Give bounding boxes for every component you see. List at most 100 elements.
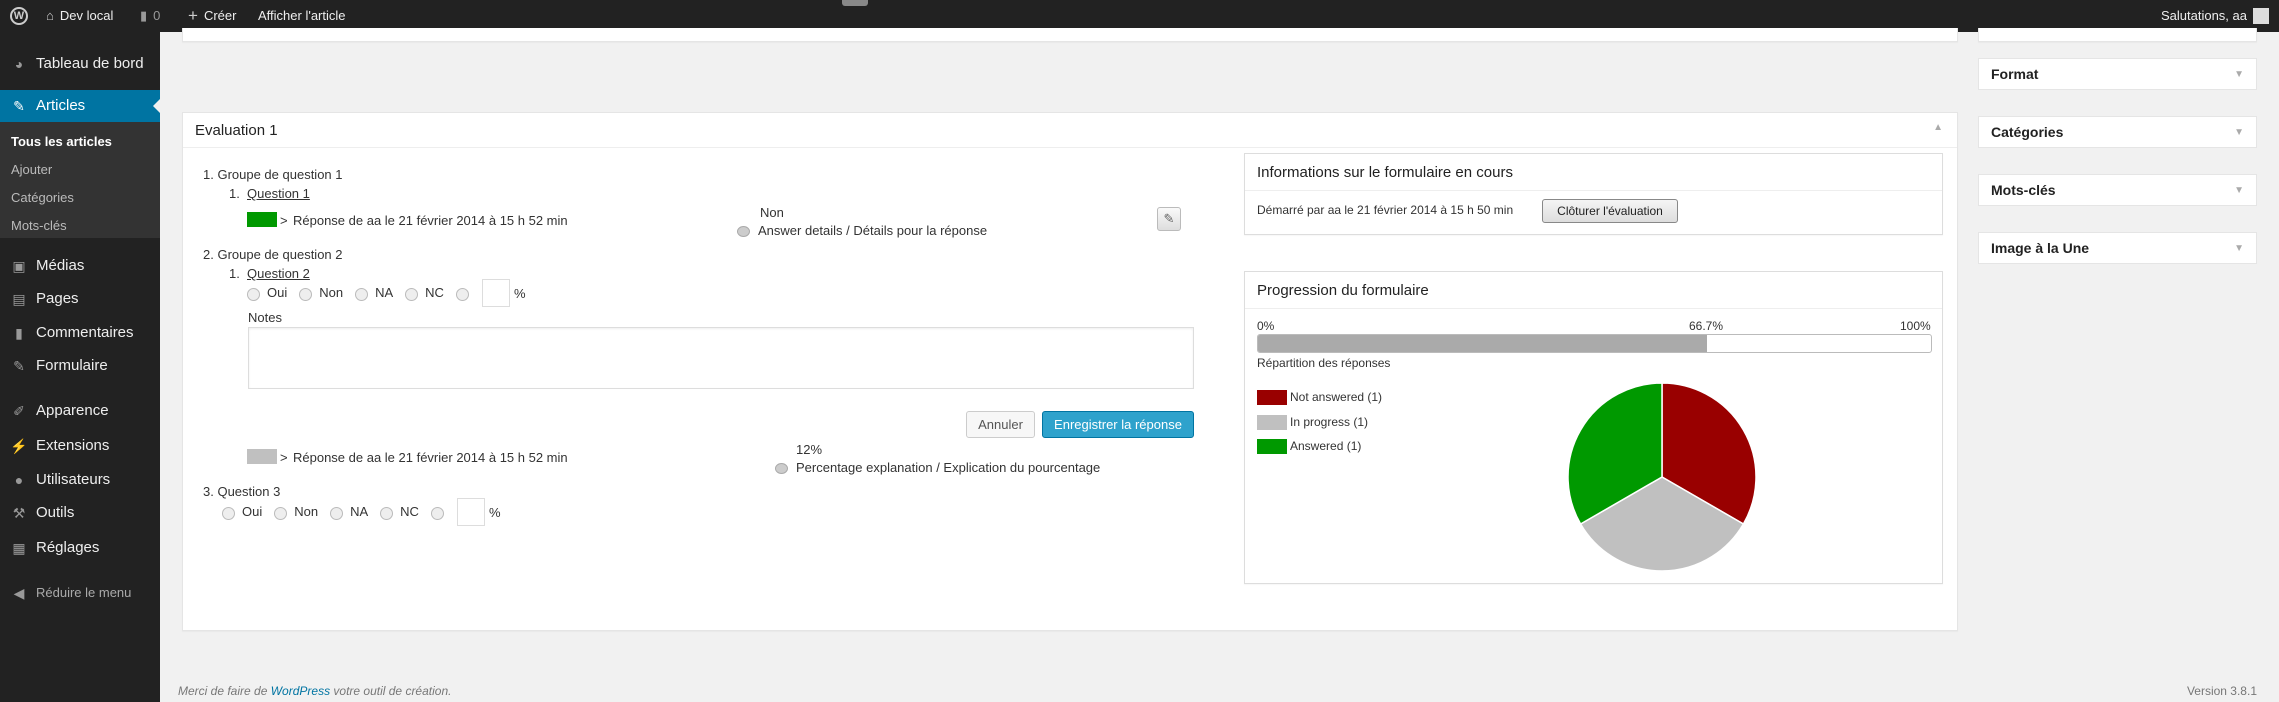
edit-pencil-icon[interactable]: ✎	[1157, 207, 1181, 231]
site-link[interactable]: ⌂ Dev local	[46, 0, 113, 32]
submenu-all-posts[interactable]: Tous les articles	[11, 134, 112, 149]
submenu-add[interactable]: Ajouter	[11, 162, 52, 177]
comment-icon: ▮	[140, 8, 148, 23]
response-pie-chart	[1567, 382, 1757, 572]
menu-articles[interactable]: ✎ Articles	[0, 90, 160, 122]
q3-options: Oui Non NA NC %	[222, 498, 501, 526]
pages-icon: ▤	[12, 291, 26, 307]
menu-media[interactable]: ▣ Médias	[0, 251, 160, 281]
toolbar-toggle-handle[interactable]	[842, 0, 868, 6]
radio-nc[interactable]: NC	[405, 285, 444, 301]
notes-label: Notes	[248, 310, 282, 325]
radio-na[interactable]: NA	[330, 504, 368, 520]
toggle-arrow-icon[interactable]: ▼	[2234, 117, 2244, 148]
comments-link[interactable]: ▮ 0	[140, 0, 160, 32]
pie-legend: Not answered (1) In progress (1) Answere…	[1257, 385, 1382, 459]
percent-input[interactable]	[481, 279, 510, 307]
q2-details: Percentage explanation / Explication du …	[775, 460, 1100, 475]
progress-mid-label: 66.7%	[1689, 319, 1724, 333]
toggle-arrow-icon[interactable]: ▼	[2234, 233, 2244, 264]
footer-thanks: Merci de faire de WordPress votre outil …	[178, 684, 452, 698]
media-icon: ▣	[12, 258, 26, 274]
speech-bubble-icon	[737, 226, 750, 238]
menu-pages[interactable]: ▤ Pages	[0, 284, 160, 314]
categories-box[interactable]: Catégories ▼	[1978, 116, 2257, 148]
radio-non[interactable]: Non	[274, 504, 318, 520]
wrench-icon: ⚒	[12, 505, 26, 521]
notes-textarea[interactable]	[248, 327, 1194, 389]
wordpress-link[interactable]: WordPress	[271, 684, 330, 698]
started-text: Démarré par aa le 21 février 2014 à 15 h…	[1257, 203, 1514, 217]
menu-settings[interactable]: ▦ Réglages	[0, 533, 160, 563]
tags-box[interactable]: Mots-clés ▼	[1978, 174, 2257, 206]
progress-max-label: 100%	[1900, 319, 1931, 333]
q1-details: Answer details / Détails pour la réponse	[737, 223, 987, 238]
plugin-icon: ⚡	[10, 438, 28, 454]
legend-item: Not answered (1)	[1257, 385, 1382, 410]
toggle-arrow-icon[interactable]: ▼	[2234, 59, 2244, 90]
radio-oui[interactable]: Oui	[247, 285, 287, 301]
menu-comments[interactable]: ▮ Commentaires	[0, 318, 160, 348]
comment-icon: ▮	[15, 325, 23, 341]
q1-answer-value: Non	[760, 205, 784, 220]
radio-percent[interactable]	[430, 504, 451, 520]
collapse-arrow-icon[interactable]: ▲	[1933, 122, 1943, 133]
radio-na[interactable]: NA	[355, 285, 393, 301]
legend-swatch	[1257, 390, 1287, 406]
repartition-label: Répartition des réponses	[1257, 356, 1391, 370]
radio-nc[interactable]: NC	[380, 504, 419, 520]
submenu-categories[interactable]: Catégories	[11, 190, 74, 205]
featured-image-box[interactable]: Image à la Une ▼	[1978, 232, 2257, 264]
group-2-heading: 2. Groupe de question 2	[203, 247, 343, 262]
status-in-progress-swatch	[247, 449, 277, 464]
admin-menu: ◕ Tableau de bord ✎ Articles Tous les arti…	[0, 32, 160, 702]
avatar	[2253, 8, 2269, 24]
radio-percent[interactable]	[455, 285, 476, 301]
q2-response-meta: Réponse de aa le 21 février 2014 à 15 h …	[293, 450, 568, 465]
publish-box	[1978, 28, 2257, 42]
q2-options: Oui Non NA NC %	[247, 279, 526, 307]
collapse-menu[interactable]: ◀ Réduire le menu	[0, 578, 160, 608]
cancel-button[interactable]: Annuler	[966, 411, 1035, 438]
progress-bar	[1257, 334, 1932, 353]
progress-min-label: 0%	[1257, 319, 1275, 333]
dashboard-icon: ◕	[14, 56, 24, 72]
articles-submenu: Tous les articles Ajouter Catégories Mot…	[0, 122, 160, 238]
group-1-heading: 1. Groupe de question 1	[203, 167, 343, 182]
menu-plugins[interactable]: ⚡ Extensions	[0, 431, 160, 461]
collapse-icon: ◀	[13, 585, 25, 601]
form-progress-panel: Progression du formulaire 0% 66.7% 100% …	[1244, 271, 1943, 584]
brush-icon: ✐	[13, 403, 25, 419]
settings-icon: ▦	[12, 540, 26, 556]
menu-users[interactable]: ● Utilisateurs	[0, 465, 160, 495]
form-info-title: Informations sur le formulaire en cours	[1257, 164, 1513, 181]
format-box[interactable]: Format ▼	[1978, 58, 2257, 90]
save-response-button[interactable]: Enregistrer la réponse	[1042, 411, 1194, 438]
q2-answer-value: 12%	[796, 442, 823, 457]
menu-formulaire[interactable]: ✎ Formulaire	[0, 351, 160, 381]
wordpress-logo-icon[interactable]: W	[10, 0, 28, 32]
editor-box	[182, 28, 1958, 42]
menu-appearance[interactable]: ✐ Apparence	[0, 396, 160, 426]
q1-response-meta: Réponse de aa le 21 février 2014 à 15 h …	[293, 213, 568, 228]
q1-number: 1.	[229, 186, 240, 201]
submenu-tags[interactable]: Mots-clés	[11, 218, 67, 233]
progress-bar-fill	[1258, 335, 1707, 352]
menu-dashboard[interactable]: ◕ Tableau de bord	[0, 49, 160, 79]
close-evaluation-button[interactable]: Clôturer l'évaluation	[1542, 199, 1678, 223]
status-answered-swatch	[247, 212, 277, 227]
menu-tools[interactable]: ⚒ Outils	[0, 498, 160, 528]
radio-oui[interactable]: Oui	[222, 504, 262, 520]
legend-item: Answered (1)	[1257, 434, 1382, 459]
radio-non[interactable]: Non	[299, 285, 343, 301]
toggle-arrow-icon[interactable]: ▼	[2234, 175, 2244, 206]
question-3-heading: 3. Question 3	[203, 484, 281, 499]
speech-bubble-icon	[775, 463, 788, 475]
pin-icon: ✎	[13, 98, 25, 114]
q1-arrow: >	[280, 213, 288, 228]
question-1-link[interactable]: Question 1	[247, 186, 310, 201]
q2-number: 1.	[229, 266, 240, 281]
percent-input[interactable]	[456, 498, 485, 526]
pin-icon: ✎	[13, 358, 25, 374]
user-icon: ●	[14, 472, 24, 488]
